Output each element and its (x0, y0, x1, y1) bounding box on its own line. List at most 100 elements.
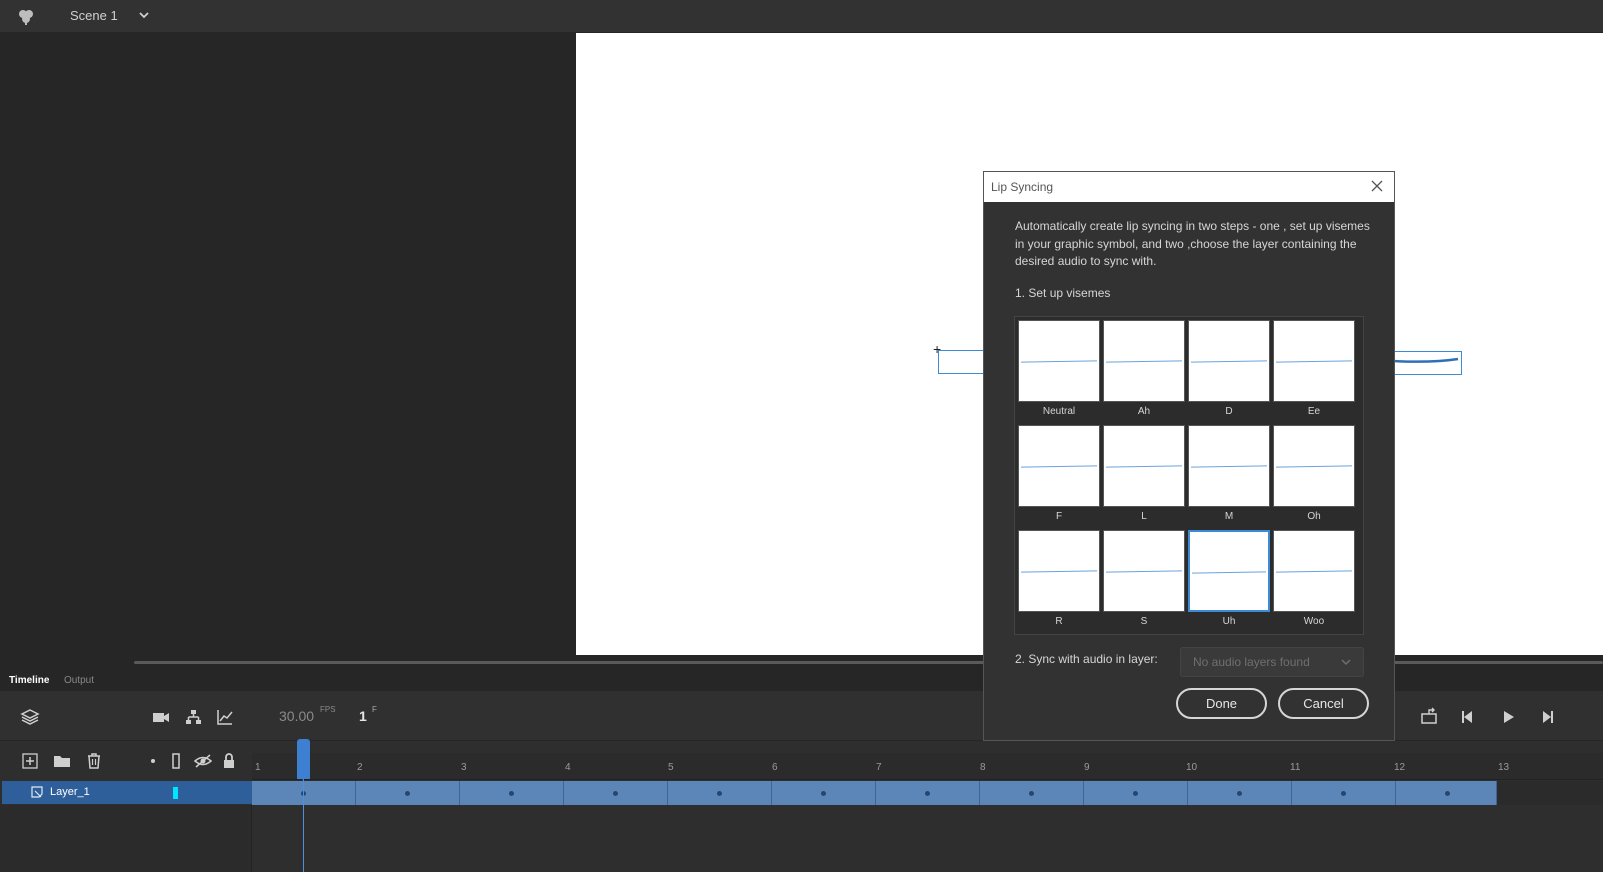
graph-icon[interactable] (215, 707, 235, 727)
playhead-tip (297, 773, 309, 780)
outline-icon[interactable] (166, 751, 186, 771)
frame-segment[interactable] (1084, 781, 1188, 805)
viseme-grid: Neutral Ah D Ee F L M Oh R S Uh Woo (1014, 316, 1364, 635)
ruler-label: 5 (668, 762, 674, 773)
layers-icon[interactable] (20, 707, 40, 727)
current-frame[interactable]: 1 (359, 708, 367, 724)
camera-icon[interactable] (151, 707, 171, 727)
keyframe-dot (1029, 791, 1034, 796)
viseme-label: S (1140, 616, 1148, 627)
viseme-label: R (1055, 616, 1063, 627)
viseme-cell-l[interactable] (1103, 425, 1185, 507)
ruler-label: 9 (1084, 762, 1090, 773)
ruler-label: 10 (1186, 762, 1198, 773)
cancel-button[interactable]: Cancel (1278, 688, 1369, 719)
audio-layer-select-value: No audio layers found (1193, 655, 1310, 669)
viseme-cell-oh[interactable] (1273, 425, 1355, 507)
frame-span[interactable] (252, 781, 1497, 805)
folder-icon[interactable] (52, 751, 72, 771)
chevron-down-icon[interactable] (1340, 656, 1352, 668)
close-icon[interactable] (1369, 178, 1385, 194)
play-icon[interactable] (1498, 707, 1518, 727)
ruler-label: 6 (772, 762, 778, 773)
keyframe-dot (1341, 791, 1346, 796)
keyframe-dot (821, 791, 826, 796)
viseme-label: Woo (1303, 616, 1325, 627)
scene-bar (0, 0, 1603, 33)
ruler-label: 12 (1394, 762, 1406, 773)
frame-segment[interactable] (668, 781, 772, 805)
keyframe-dot (1445, 791, 1450, 796)
ruler-label: 3 (461, 762, 467, 773)
fps-value[interactable]: 30.00 (279, 708, 314, 724)
frame-ruler[interactable]: 1 2 3 4 5 6 7 8 9 10 11 12 13 (252, 753, 1603, 780)
scene-clapper-icon[interactable] (16, 6, 36, 26)
viseme-label: Uh (1222, 616, 1236, 627)
highlight-dot-icon[interactable] (143, 751, 163, 771)
keyframe-dot (405, 791, 410, 796)
keyframe-dot (1237, 791, 1242, 796)
viseme-label: D (1225, 406, 1233, 417)
hide-eye-icon[interactable] (193, 751, 213, 771)
frame-segment[interactable] (980, 781, 1084, 805)
frame-segment[interactable] (564, 781, 668, 805)
keyframe-dot (717, 791, 722, 796)
step-back-icon[interactable] (1458, 707, 1478, 727)
viseme-label: Neutral (1042, 406, 1076, 417)
ruler-label: 13 (1498, 762, 1510, 773)
ruler-label: 2 (357, 762, 363, 773)
layer-name[interactable]: Layer_1 (50, 786, 90, 798)
layers-empty-area (0, 805, 252, 872)
empty-frames[interactable] (1497, 781, 1603, 805)
layer-type-icon (31, 786, 43, 798)
viseme-label: Oh (1307, 511, 1321, 522)
frame-segment[interactable] (772, 781, 876, 805)
viseme-cell-s[interactable] (1103, 530, 1185, 612)
viseme-cell-ah[interactable] (1103, 320, 1185, 402)
lock-icon[interactable] (219, 751, 239, 771)
dialog-title: Lip Syncing (991, 180, 1054, 194)
viseme-cell-ee[interactable] (1273, 320, 1355, 402)
loop-icon[interactable] (1419, 707, 1439, 727)
viseme-cell-d[interactable] (1188, 320, 1270, 402)
viseme-cell-r[interactable] (1018, 530, 1100, 612)
keyframe-dot (613, 791, 618, 796)
add-layer-icon[interactable] (20, 751, 40, 771)
tab-output[interactable]: Output (64, 675, 94, 686)
layer-parenting-icon[interactable] (183, 707, 203, 727)
viseme-cell-m[interactable] (1188, 425, 1270, 507)
keyframe-dot (925, 791, 930, 796)
frame-segment[interactable] (876, 781, 980, 805)
done-button[interactable]: Done (1176, 688, 1267, 719)
ruler-label: 7 (876, 762, 882, 773)
viseme-label: Ah (1137, 406, 1151, 417)
frame-segment[interactable] (1292, 781, 1396, 805)
frame-segment[interactable] (1396, 781, 1497, 805)
viseme-cell-uh[interactable] (1188, 530, 1270, 612)
frame-unit: F (372, 705, 377, 714)
viseme-cell-f[interactable] (1018, 425, 1100, 507)
dialog-description: Automatically create lip syncing in two … (1015, 219, 1370, 268)
frame-segment[interactable] (356, 781, 460, 805)
mouth-line-shape (1392, 357, 1459, 363)
keyframe-dot (1133, 791, 1138, 796)
ruler-label: 1 (255, 762, 261, 773)
tab-timeline[interactable]: Timeline (9, 675, 49, 686)
fps-unit: FPS (320, 705, 336, 714)
viseme-label: L (1141, 511, 1147, 522)
trash-icon[interactable] (84, 751, 104, 771)
frame-segment[interactable] (252, 781, 356, 805)
frame-segment[interactable] (460, 781, 564, 805)
layer-color-swatch[interactable] (173, 787, 178, 799)
viseme-label: F (1055, 511, 1063, 522)
frame-segment[interactable] (1188, 781, 1292, 805)
ruler-label: 8 (980, 762, 986, 773)
chevron-down-icon[interactable] (137, 8, 151, 22)
stage-graphic-symbol-left[interactable] (938, 350, 988, 374)
pasteboard-area (0, 33, 576, 658)
viseme-cell-neutral[interactable] (1018, 320, 1100, 402)
scene-name[interactable]: Scene 1 (70, 8, 118, 23)
viseme-cell-woo[interactable] (1273, 530, 1355, 612)
step1-label: 1. Set up visemes (1015, 286, 1111, 300)
step-forward-icon[interactable] (1537, 707, 1557, 727)
